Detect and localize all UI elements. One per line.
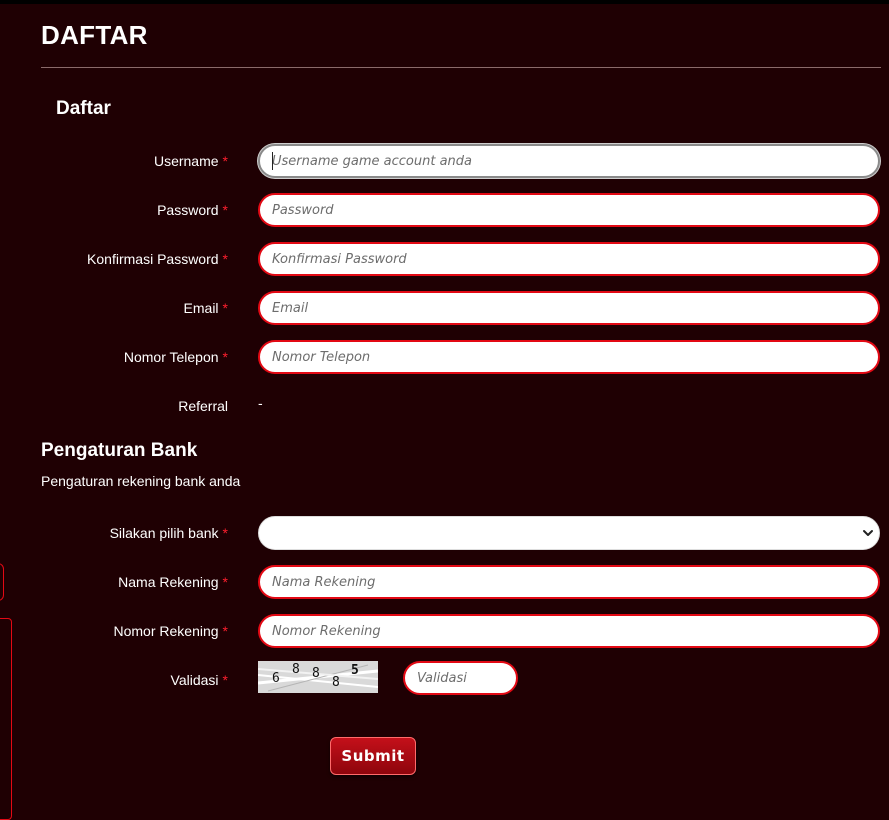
username-input[interactable] bbox=[258, 144, 880, 178]
captcha-image: 6 8 8 8 5 bbox=[258, 661, 378, 693]
captcha-digit: 8 bbox=[332, 675, 340, 690]
text-caret bbox=[272, 152, 273, 170]
required-mark: * bbox=[222, 349, 228, 365]
referral-label: Referral bbox=[178, 398, 228, 414]
phone-input[interactable] bbox=[258, 340, 880, 374]
bank-section-title: Pengaturan Bank bbox=[41, 440, 198, 461]
confirm-password-row: Konfirmasi Password * bbox=[0, 242, 889, 276]
validation-label: Validasi * bbox=[170, 672, 228, 688]
page-title: DAFTAR bbox=[41, 20, 148, 50]
password-input[interactable] bbox=[258, 193, 880, 227]
validation-row: Validasi * 6 8 8 8 5 bbox=[0, 661, 889, 697]
account-name-label: Nama Rekening * bbox=[118, 574, 228, 590]
validation-input[interactable] bbox=[403, 661, 518, 695]
submit-button[interactable]: Submit bbox=[330, 737, 416, 775]
account-number-input[interactable] bbox=[258, 614, 880, 648]
account-number-row: Nomor Rekening * bbox=[0, 614, 889, 648]
confirm-password-label: Konfirmasi Password * bbox=[87, 251, 228, 267]
confirm-password-input[interactable] bbox=[258, 242, 880, 276]
required-mark: * bbox=[222, 623, 228, 639]
account-name-row: Nama Rekening * bbox=[0, 565, 889, 599]
required-mark: * bbox=[222, 525, 228, 541]
captcha-digit: 8 bbox=[312, 666, 320, 681]
bank-select-row: Silakan pilih bank * bbox=[0, 516, 889, 550]
phone-label: Nomor Telepon * bbox=[123, 349, 228, 365]
password-row: Password * bbox=[0, 193, 889, 227]
referral-row: Referral - bbox=[0, 389, 889, 423]
bank-section-subtitle: Pengaturan rekening bank anda bbox=[41, 473, 241, 489]
required-mark: * bbox=[222, 574, 228, 590]
email-input[interactable] bbox=[258, 291, 880, 325]
username-row: Username * bbox=[0, 144, 889, 178]
username-label: Username * bbox=[153, 153, 228, 169]
password-label: Password * bbox=[157, 202, 228, 218]
side-panel-fragment bbox=[0, 618, 12, 820]
captcha-digit: 5 bbox=[351, 663, 359, 678]
referral-value: - bbox=[258, 395, 263, 411]
required-mark: * bbox=[222, 672, 228, 688]
bank-select[interactable] bbox=[259, 517, 879, 549]
required-mark: * bbox=[222, 251, 228, 267]
bank-select-wrapper bbox=[258, 516, 880, 550]
top-bar bbox=[0, 0, 889, 4]
required-mark: * bbox=[222, 153, 228, 169]
side-panel-fragment bbox=[0, 563, 4, 601]
captcha-digit: 6 bbox=[272, 671, 280, 686]
account-name-input[interactable] bbox=[258, 565, 880, 599]
account-number-label: Nomor Rekening * bbox=[113, 623, 228, 639]
required-mark: * bbox=[222, 300, 228, 316]
required-mark: * bbox=[222, 202, 228, 218]
bank-select-label: Silakan pilih bank * bbox=[109, 525, 228, 541]
phone-row: Nomor Telepon * bbox=[0, 340, 889, 374]
email-label: Email * bbox=[183, 300, 228, 316]
email-row: Email * bbox=[0, 291, 889, 325]
section-title-daftar: Daftar bbox=[56, 98, 111, 119]
captcha-digit: 8 bbox=[292, 662, 300, 677]
title-divider bbox=[41, 67, 881, 68]
